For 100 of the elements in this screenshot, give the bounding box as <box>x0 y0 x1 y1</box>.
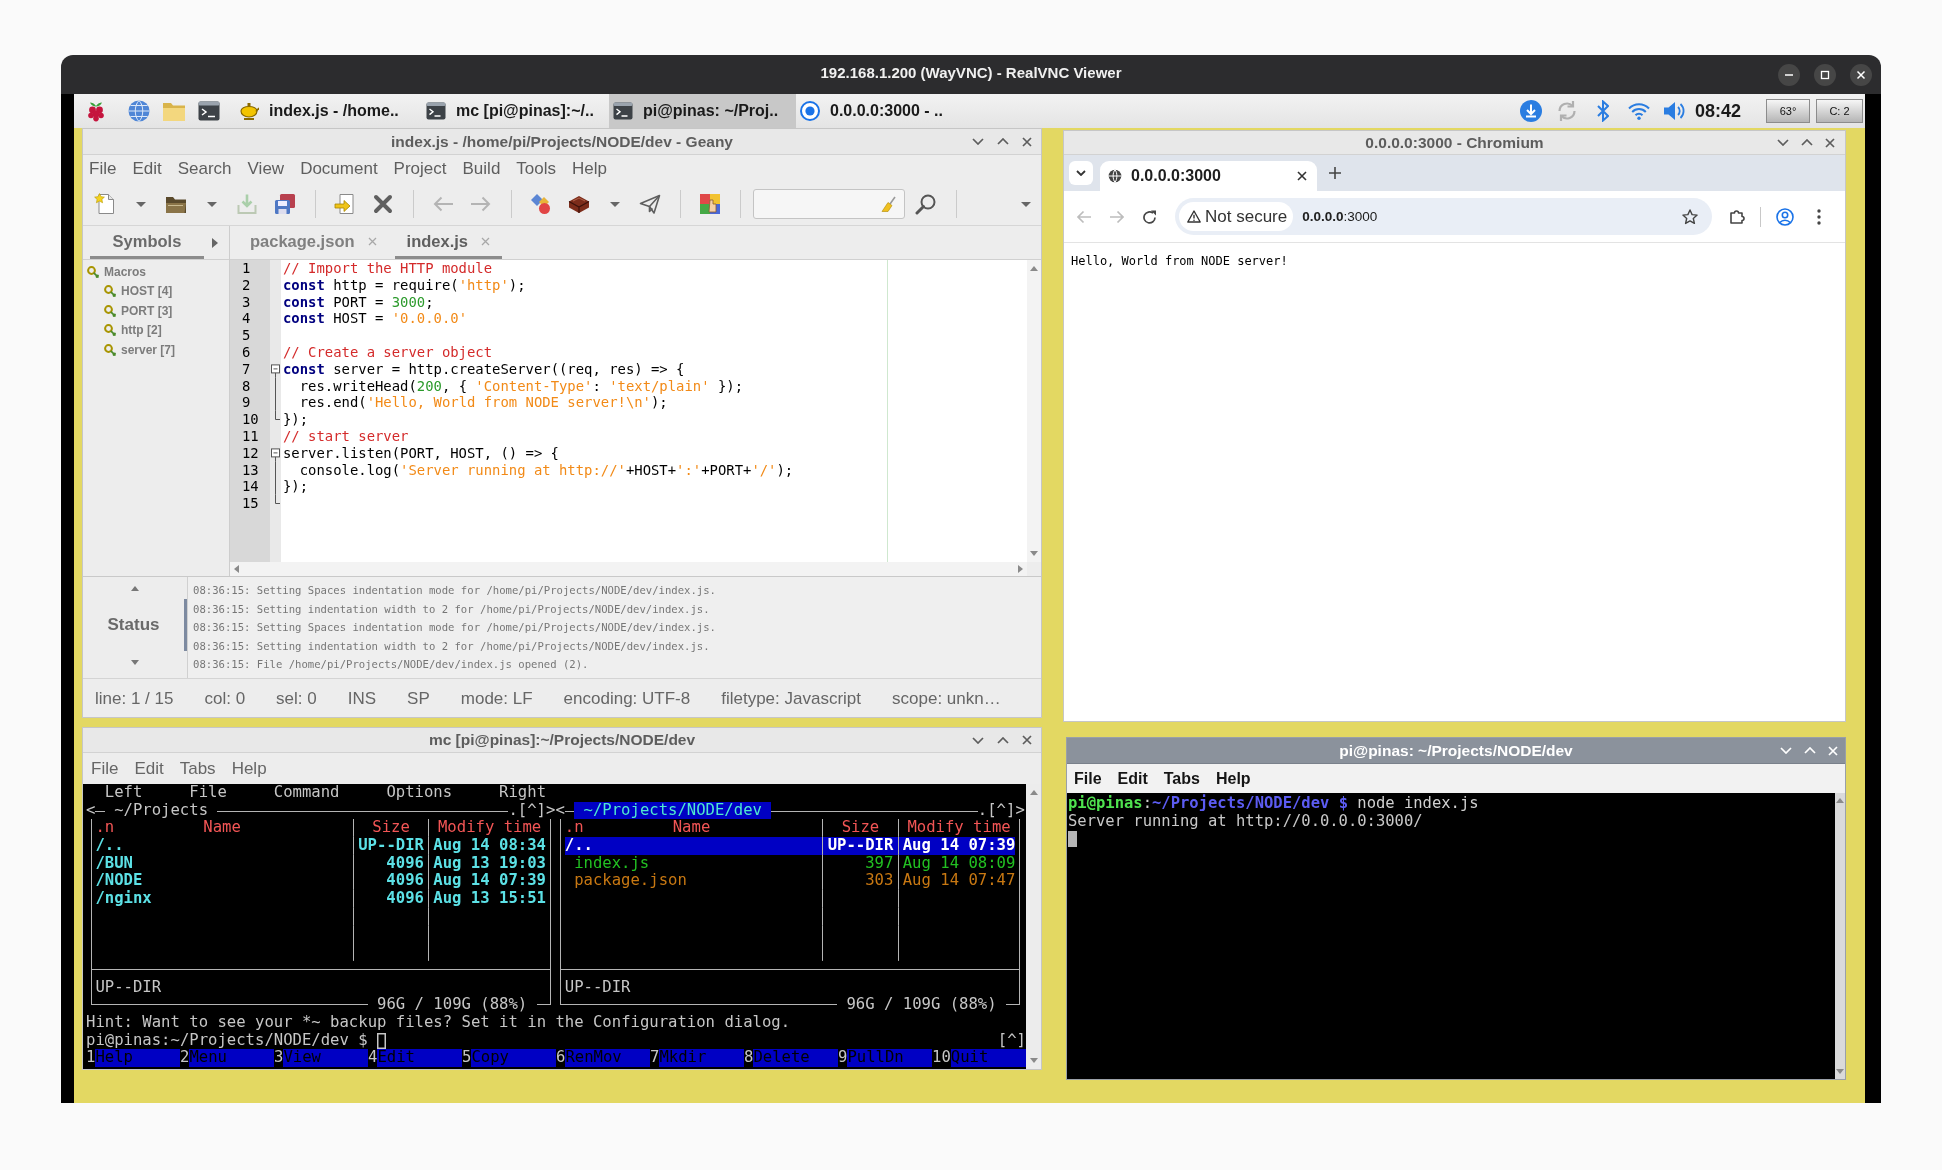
reload-icon[interactable] <box>1142 209 1157 224</box>
menu-item[interactable]: Project <box>393 159 447 179</box>
brick-icon[interactable] <box>568 193 590 215</box>
bluetooth-icon[interactable] <box>1596 100 1609 122</box>
function-key[interactable]: 2Menu <box>180 1049 274 1068</box>
menu-item[interactable]: Left <box>104 784 143 802</box>
caret-right-icon[interactable] <box>1018 565 1023 573</box>
menu-item[interactable]: Help <box>572 159 607 179</box>
menu-item[interactable]: Tabs <box>179 758 216 779</box>
menu-item[interactable]: Build <box>462 159 501 179</box>
cpu-indicator[interactable]: C: 2 <box>1816 99 1863 123</box>
close-icon[interactable] <box>1850 63 1872 86</box>
tree-item[interactable]: http [2] <box>83 320 229 340</box>
address-bar[interactable]: Not secure 0.0.0.0:3000 <box>1175 198 1712 235</box>
caret-down-icon[interactable] <box>609 201 620 207</box>
tree-item[interactable]: PORT [3] <box>83 301 229 321</box>
taskbar-button[interactable]: mc [pi@pinas]:~/.. <box>422 94 609 128</box>
sort-indicator[interactable]: .n <box>564 819 673 838</box>
column-header[interactable]: Size <box>372 818 410 837</box>
page-arrow-icon[interactable] <box>334 193 356 215</box>
document-star-icon[interactable] <box>94 193 116 215</box>
panel-controls[interactable]: .[^]> <box>508 801 556 820</box>
menu-item[interactable]: Command <box>273 784 340 802</box>
minimize-icon[interactable] <box>1778 63 1800 86</box>
sidebar-tab[interactable]: Symbols <box>90 226 204 259</box>
menu-item[interactable]: File <box>1074 769 1102 788</box>
function-key[interactable]: 4Edit <box>368 1049 462 1068</box>
chevron-down-icon[interactable] <box>1076 170 1086 176</box>
menu-item[interactable]: Edit <box>134 758 164 779</box>
caret-left-icon[interactable] <box>234 565 239 573</box>
file-row[interactable]: /.. UP--DIR Aug 14 07:39 <box>564 837 1016 855</box>
menu-item[interactable]: Tabs <box>1163 769 1200 788</box>
taskbar-button[interactable]: 0.0.0.0:3000 - .. <box>796 94 983 128</box>
broom-icon[interactable] <box>881 196 896 212</box>
menu-item[interactable]: Help <box>1215 769 1251 788</box>
taskbar-button[interactable]: index.js - /home.. <box>235 94 422 128</box>
caret-down-icon[interactable] <box>1029 1058 1038 1063</box>
chevron-up-icon[interactable] <box>997 138 1009 145</box>
menu-item[interactable]: Edit <box>132 159 162 179</box>
close-icon[interactable] <box>1297 171 1307 181</box>
scrollbar[interactable] <box>1027 260 1041 562</box>
column-header[interactable]: Size <box>841 818 880 837</box>
column-header[interactable]: Name <box>672 819 711 838</box>
chevron-down-icon[interactable] <box>1777 139 1789 146</box>
diamond-dot-icon[interactable] <box>530 193 552 215</box>
volume-icon[interactable] <box>1664 101 1686 121</box>
column-header[interactable]: Modify time <box>438 818 542 837</box>
tree-item[interactable]: HOST [4] <box>83 281 229 301</box>
menu-item[interactable]: View <box>247 159 285 179</box>
menu-icon[interactable] <box>1817 208 1821 225</box>
search-icon[interactable] <box>915 193 937 215</box>
caret-up-icon[interactable] <box>1030 266 1038 271</box>
menu-item[interactable]: Document <box>300 159 378 179</box>
caret-down-icon[interactable] <box>1021 201 1031 207</box>
sort-indicator[interactable]: .n <box>95 819 204 838</box>
menu-item[interactable]: Tools <box>516 159 557 179</box>
chevron-down-icon[interactable] <box>972 138 984 145</box>
caret-down-icon[interactable] <box>1836 1069 1844 1074</box>
maximize-icon[interactable] <box>1814 63 1836 86</box>
plus-icon[interactable] <box>1329 167 1341 179</box>
menu-item[interactable]: Edit <box>1117 769 1148 788</box>
caret-down-icon[interactable] <box>1030 551 1038 556</box>
puzzle-icon[interactable] <box>1730 209 1745 224</box>
tree-item[interactable]: Macros <box>83 262 229 282</box>
download-icon[interactable] <box>1519 100 1542 122</box>
search-field[interactable] <box>753 189 905 219</box>
clock-text[interactable]: 08:42 <box>1692 100 1741 122</box>
column-header[interactable]: Modify time <box>907 818 1011 837</box>
chevron-down-icon[interactable] <box>972 736 984 744</box>
chevron-up-icon[interactable] <box>1801 139 1813 146</box>
caret-up-icon[interactable] <box>131 586 139 591</box>
function-key[interactable]: 6RenMov <box>556 1049 650 1068</box>
panel-controls[interactable]: .[^]> <box>977 801 1025 820</box>
wifi-icon[interactable] <box>1627 102 1650 120</box>
menu-item[interactable]: Options <box>386 784 453 802</box>
menu-item[interactable]: File <box>189 784 227 802</box>
column-header[interactable]: Name <box>203 819 241 838</box>
caret-down-icon[interactable] <box>135 201 146 207</box>
menu-item[interactable]: Search <box>177 159 232 179</box>
chevron-up-icon[interactable] <box>997 736 1009 744</box>
color-grid-icon[interactable] <box>699 193 721 215</box>
caret-up-icon[interactable] <box>1029 790 1038 795</box>
security-chip[interactable]: Not secure <box>1179 202 1294 231</box>
taskbar-button[interactable]: pi@pinas: ~/Proj.. <box>609 94 796 128</box>
file-row[interactable]: index.js 397 Aug 14 08:09 <box>564 854 1016 873</box>
caret-down-icon[interactable] <box>206 201 217 207</box>
scrollbar[interactable] <box>230 562 1027 576</box>
star-icon[interactable] <box>1682 208 1698 225</box>
function-key[interactable]: 7Mkdir <box>650 1049 744 1068</box>
tab-search-button[interactable] <box>1069 161 1093 185</box>
file-row[interactable]: /NODE 4096 Aug 14 07:39 <box>95 872 546 891</box>
caret-down-icon[interactable] <box>131 660 139 665</box>
menu-item[interactable]: File <box>89 159 117 179</box>
globe-icon[interactable] <box>127 100 150 122</box>
file-row[interactable]: /.. UP--DIR Aug 14 08:34 <box>95 837 546 855</box>
caret-right-icon[interactable] <box>212 237 218 248</box>
terminal-icon[interactable] <box>197 101 220 121</box>
function-key[interactable]: 9PullDn <box>838 1049 932 1068</box>
function-key[interactable]: 10Quit <box>932 1049 1026 1068</box>
paper-plane-icon[interactable] <box>639 193 661 215</box>
